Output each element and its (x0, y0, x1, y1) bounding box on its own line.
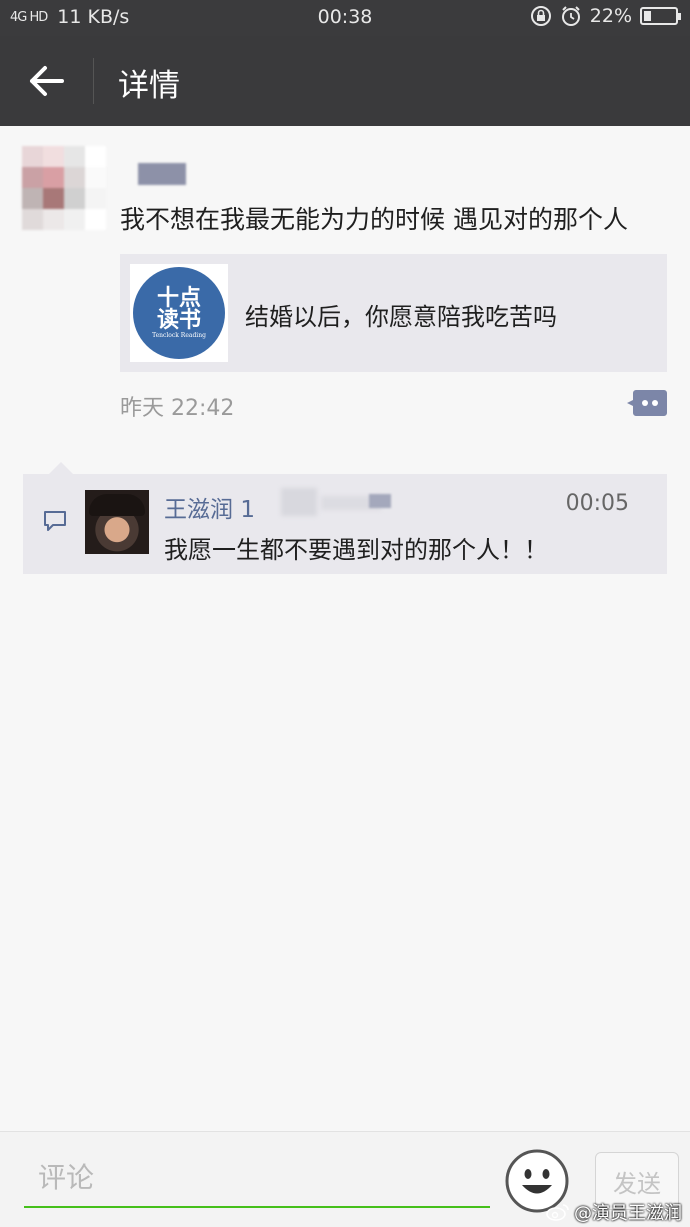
back-button[interactable] (18, 56, 78, 106)
post-author-avatar[interactable] (22, 146, 106, 230)
ten-oclock-reading-logo: 十点 读书 Tenclock Reading (133, 267, 225, 359)
status-bar: 4G HD 11 KB/s 00:38 22% (0, 0, 690, 36)
commenter-name-blur (369, 494, 391, 508)
logo-line1: 十点 (156, 285, 201, 311)
weibo-logo-icon (546, 1204, 569, 1221)
title-divider (93, 58, 94, 104)
moment-detail: 我不想在我最无能为力的时候 遇见对的那个人 十点 读书 Tenclock Rea… (0, 126, 690, 1131)
post-text: 我不想在我最无能为力的时候 遇见对的那个人 (120, 205, 628, 234)
link-title: 结婚以后，你愿意陪我吃苦吗 (245, 303, 557, 331)
post-timestamp: 昨天 22:42 (120, 396, 235, 421)
commenter-name-blur (281, 488, 317, 516)
title-bar: 详情 (0, 36, 690, 126)
alarm-icon (561, 6, 580, 26)
battery-percent: 22% (589, 5, 632, 27)
battery-icon (640, 7, 681, 25)
weibo-watermark: @演员王滋润 (546, 1199, 682, 1225)
page-title: 详情 (118, 68, 180, 104)
lock-rotation-icon (530, 6, 551, 26)
logo-line2: 读书 (156, 307, 201, 333)
comment-input[interactable] (24, 1148, 490, 1208)
back-arrow-icon (30, 66, 64, 96)
comment-icon (44, 511, 66, 531)
status-right: 22% (530, 5, 681, 27)
commenter-avatar[interactable] (85, 490, 149, 554)
logo-subtitle: Tenclock Reading (152, 332, 206, 339)
post-author-name-blurred[interactable] (138, 163, 186, 185)
comment-text: 我愿一生都不要遇到对的那个人！！ (164, 536, 548, 564)
commenter-name-text: 王滋润 (164, 497, 233, 523)
commenter-name[interactable]: 王滋润 1 (164, 490, 255, 524)
battery-level (644, 11, 651, 21)
comment-bubble-icon (627, 390, 667, 416)
shared-link-card[interactable]: 十点 读书 Tenclock Reading 结婚以后，你愿意陪我吃苦吗 (120, 254, 667, 372)
avatar-hat (89, 494, 145, 516)
comment-time: 00:05 (565, 491, 629, 516)
watermark-text: @演员王滋润 (574, 1203, 682, 1224)
comment-section: 王滋润 1 00:05 我愿一生都不要遇到对的那个人！！ (23, 462, 667, 574)
commenter-name-suffix: 1 (240, 497, 255, 523)
comment-action-button[interactable] (626, 388, 668, 418)
link-thumbnail: 十点 读书 Tenclock Reading (130, 264, 228, 362)
